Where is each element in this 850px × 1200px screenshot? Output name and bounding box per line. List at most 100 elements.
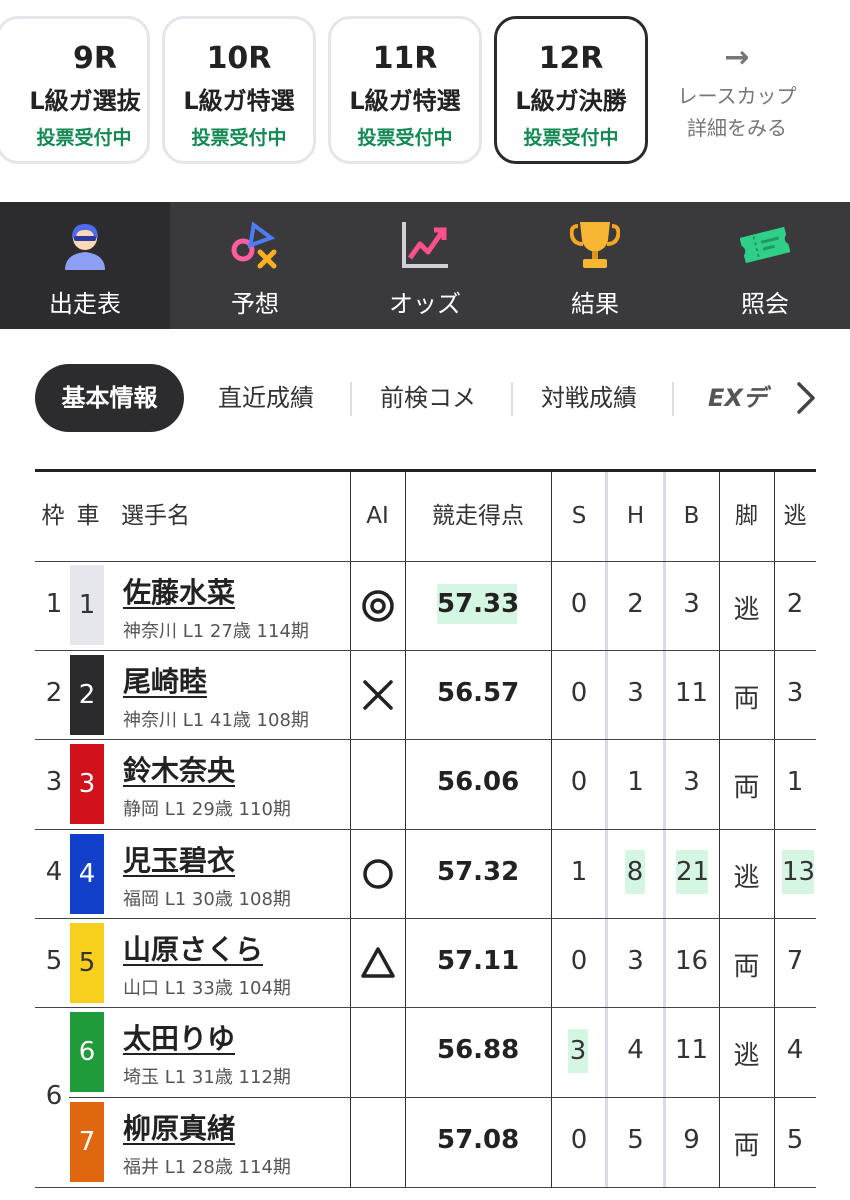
arrow-right-icon: →	[724, 40, 750, 75]
rider-info: 福井 L1 28歳 114期	[123, 1157, 291, 1178]
stat-h: 5	[627, 1125, 644, 1155]
header-car: 車	[76, 503, 100, 529]
header-nige: 逃	[783, 503, 807, 529]
rider-name[interactable]: 鈴木奈央	[123, 749, 235, 789]
race-name: L級ガ選抜	[29, 87, 141, 115]
stat-nige: 1	[786, 767, 804, 797]
odds-chart-icon	[402, 222, 448, 268]
tab-head-to-head[interactable]: 対戦成績	[541, 364, 637, 432]
rider-info: 埼玉 L1 31歳 112期	[123, 1067, 291, 1088]
race-card-12r[interactable]: 12R L級ガ決勝 投票受付中	[494, 16, 648, 164]
nav-item-entries[interactable]: 出走表	[0, 202, 170, 329]
frame-number: 1	[45, 589, 63, 619]
rider-info: 神奈川 L1 41歳 108期	[123, 710, 309, 731]
chevron-right-icon[interactable]	[794, 378, 818, 418]
column-divider	[774, 472, 775, 1188]
row-divider	[35, 829, 816, 830]
stat-nige: 5	[786, 1125, 804, 1155]
header-score: 競走得点	[432, 503, 524, 529]
row-divider	[35, 561, 816, 562]
cross-mark-icon	[363, 680, 393, 710]
circle-mark-icon	[363, 859, 393, 889]
column-divider	[405, 472, 406, 1188]
race-name: L級ガ特選	[183, 87, 295, 115]
rider-info: 神奈川 L1 27歳 114期	[123, 621, 309, 642]
nav-label: 予想	[231, 290, 279, 318]
tab-ex-data[interactable]: EXデ	[708, 364, 794, 432]
tab-recent-results[interactable]: 直近成績	[218, 364, 314, 432]
row-divider	[35, 739, 816, 740]
car-number: 7	[70, 1102, 104, 1182]
stat-s: 0	[570, 1125, 588, 1155]
header-ai: AI	[366, 503, 389, 529]
stat-h: 3	[627, 946, 644, 976]
column-divider	[551, 472, 552, 1188]
rider-name[interactable]: 山原さくら	[123, 928, 263, 968]
rider-name[interactable]: 太田りゆ	[123, 1017, 235, 1057]
stat-b: 11	[674, 1035, 709, 1065]
riding-style: 両	[733, 773, 760, 803]
stat-h: 3	[627, 678, 644, 708]
frame-number: 3	[45, 767, 63, 797]
stat-s: 1	[570, 857, 588, 887]
car-number: 1	[70, 565, 104, 645]
column-divider	[350, 472, 351, 1188]
row-divider	[69, 1097, 816, 1098]
race-status: 投票受付中	[36, 127, 132, 149]
race-status: 投票受付中	[357, 127, 453, 149]
car-number: 6	[70, 1012, 104, 1092]
rider-name[interactable]: 尾崎睦	[123, 660, 207, 700]
main-nav: 出走表 予想 オッズ 結果 照会	[0, 202, 850, 329]
race-more-line2: 詳細をみる	[687, 116, 787, 140]
row-divider	[35, 650, 816, 651]
race-score: 56.57	[437, 678, 520, 708]
race-card-10r[interactable]: 10R L級ガ特選 投票受付中	[162, 16, 316, 164]
nav-label: オッズ	[389, 290, 461, 318]
row-divider	[35, 918, 816, 919]
race-more-line1: レースカップ	[677, 84, 797, 108]
rider-name[interactable]: 児玉碧衣	[123, 839, 235, 879]
column-divider	[719, 472, 720, 1188]
race-card-11r[interactable]: 11R L級ガ特選 投票受付中	[328, 16, 482, 164]
double-circle-icon	[362, 590, 394, 622]
row-divider	[35, 1007, 816, 1008]
stat-nige: 13	[782, 850, 815, 894]
race-number: 9R	[73, 41, 117, 76]
stat-nige: 2	[786, 589, 804, 619]
frame-number: 6	[45, 1081, 63, 1111]
stat-b: 9	[683, 1125, 700, 1155]
nav-item-prediction[interactable]: 予想	[170, 202, 340, 329]
tab-divider	[672, 382, 674, 416]
row-divider	[35, 1187, 816, 1188]
rider-name[interactable]: 佐藤水菜	[123, 571, 235, 611]
car-number: 4	[70, 834, 104, 914]
tab-pre-comments[interactable]: 前検コメ	[380, 364, 476, 432]
nav-item-inquiry[interactable]: 照会	[680, 202, 850, 329]
race-cup-details-link[interactable]: → レースカップ 詳細をみる	[662, 40, 812, 144]
riding-style: 逃	[733, 595, 760, 625]
stat-s: 0	[570, 767, 588, 797]
race-status: 投票受付中	[523, 127, 619, 149]
rider-info: 静岡 L1 29歳 110期	[123, 799, 291, 820]
frame-number: 4	[45, 857, 63, 887]
nav-label: 出走表	[49, 290, 121, 318]
race-number: 10R	[206, 41, 272, 76]
rider-name[interactable]: 柳原真緒	[123, 1107, 235, 1147]
rider-info: 山口 L1 33歳 104期	[123, 978, 291, 999]
race-card-9r[interactable]: 9R L級ガ選抜 投票受付中	[0, 16, 150, 164]
nav-label: 結果	[571, 290, 619, 318]
stat-h: 4	[627, 1035, 644, 1065]
riding-style: 両	[733, 952, 760, 982]
nav-item-odds[interactable]: オッズ	[340, 202, 510, 329]
stat-b: 3	[683, 767, 700, 797]
stat-h: 2	[627, 589, 644, 619]
tab-basic-info[interactable]: 基本情報	[35, 364, 184, 432]
nav-item-results[interactable]: 結果	[510, 202, 680, 329]
race-score: 56.88	[437, 1035, 520, 1065]
race-number: 11R	[372, 41, 438, 76]
race-status: 投票受付中	[191, 127, 287, 149]
riding-style: 逃	[733, 1041, 760, 1071]
trophy-icon	[570, 222, 620, 268]
race-score: 57.32	[437, 857, 520, 887]
race-score: 56.06	[437, 767, 520, 797]
